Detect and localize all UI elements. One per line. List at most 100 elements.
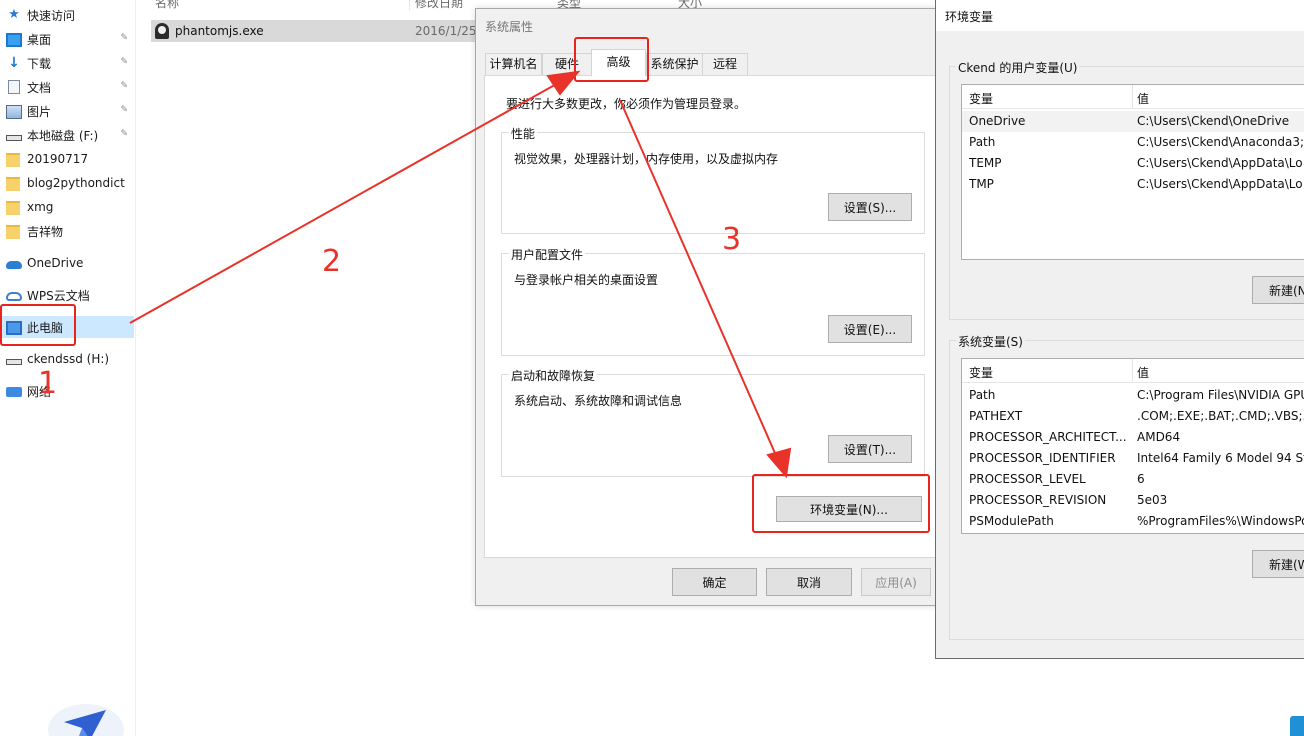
pin-icon[interactable]: ✎	[120, 81, 128, 91]
new-system-variable-button[interactable]: 新建(W	[1252, 550, 1304, 578]
table-row[interactable]: PROCESSOR_ARCHITECT... AMD64	[962, 427, 1304, 448]
user-profiles-group: 用户配置文件 与登录帐户相关的桌面设置 设置(E)...	[501, 246, 925, 356]
startup-recovery-settings-button[interactable]: 设置(T)...	[828, 435, 912, 463]
tray-app-icon[interactable]	[1290, 716, 1304, 736]
performance-group: 性能 视觉效果，处理器计划，内存使用，以及虚拟内存 设置(S)...	[501, 125, 925, 234]
variable-name: PROCESSOR_IDENTIFIER	[969, 451, 1116, 465]
nav-item-label: ckendssd (H:)	[27, 352, 110, 366]
nav-documents[interactable]: 文档 ✎	[0, 76, 134, 98]
table-row[interactable]: Path C:\Users\Ckend\Anaconda3;C	[962, 132, 1304, 153]
pin-icon[interactable]: ✎	[120, 33, 128, 43]
table-row[interactable]: PROCESSOR_LEVEL 6	[962, 469, 1304, 490]
nav-item-label: 下载	[27, 56, 52, 71]
table-row[interactable]: PSModulePath %ProgramFiles%\WindowsPo	[962, 511, 1304, 532]
onedrive-icon	[6, 261, 22, 269]
network-icon	[6, 387, 22, 397]
variable-value: %ProgramFiles%\WindowsPo	[1137, 514, 1304, 528]
cancel-button[interactable]: 取消	[766, 568, 852, 596]
variable-name: PATHEXT	[969, 409, 1023, 423]
column-header-value[interactable]: 值	[1137, 364, 1149, 381]
drive-icon	[6, 359, 22, 365]
nav-downloads[interactable]: ↓ 下载 ✎	[0, 52, 134, 74]
system-variables-list[interactable]: 变量 值 Path C:\Program Files\NVIDIA GPU PA…	[961, 358, 1304, 534]
table-row[interactable]: PROCESSOR_REVISION 5e03	[962, 490, 1304, 511]
variable-value: C:\Users\Ckend\AppData\Lo	[1137, 177, 1303, 191]
variable-value: C:\Program Files\NVIDIA GPU	[1137, 388, 1304, 402]
pin-icon[interactable]: ✎	[120, 129, 128, 139]
column-header-value[interactable]: 值	[1137, 90, 1149, 107]
highlight-box-this-pc	[0, 304, 76, 346]
column-divider[interactable]	[1132, 359, 1133, 383]
step-number-1: 1	[38, 366, 58, 401]
new-user-variable-button[interactable]: 新建(N	[1252, 276, 1304, 304]
column-divider[interactable]	[409, 0, 410, 10]
nav-item-label: WPS云文档	[27, 288, 90, 303]
nav-item-label: 快速访问	[27, 8, 76, 23]
performance-settings-button[interactable]: 设置(S)...	[828, 193, 912, 221]
column-header-variable[interactable]: 变量	[969, 364, 993, 381]
pin-icon[interactable]: ✎	[120, 57, 128, 67]
nav-pictures[interactable]: 图片 ✎	[0, 100, 134, 122]
ok-button[interactable]: 确定	[672, 568, 757, 596]
step-number-2: 2	[322, 244, 342, 279]
variable-value: C:\Users\Ckend\AppData\Lo	[1137, 156, 1303, 170]
folder-icon	[6, 224, 20, 239]
nav-wps-cloud[interactable]: WPS云文档	[0, 284, 134, 306]
tab-label: 远程	[712, 57, 737, 71]
table-row[interactable]: PATHEXT .COM;.EXE;.BAT;.CMD;.VBS;.V	[962, 406, 1304, 427]
nav-desktop[interactable]: 桌面 ✎	[0, 28, 134, 50]
tab-system-protection[interactable]: 系统保护	[646, 53, 703, 75]
nav-network[interactable]: 网络	[0, 380, 134, 402]
list-header: 变量 值	[962, 359, 1304, 383]
column-divider[interactable]	[1132, 85, 1133, 109]
dialog-titlebar[interactable]: 环境变量	[936, 0, 1304, 31]
table-row[interactable]: TMP C:\Users\Ckend\AppData\Lo	[962, 174, 1304, 195]
variable-name: OneDrive	[969, 114, 1026, 128]
table-row[interactable]: PROCESSOR_IDENTIFIER Intel64 Family 6 Mo…	[962, 448, 1304, 469]
highlight-box-env-button	[752, 474, 930, 533]
tab-remote[interactable]: 远程	[702, 53, 748, 75]
tab-computer-name[interactable]: 计算机名	[485, 53, 542, 75]
group-title: Ckend 的用户变量(U)	[956, 59, 1080, 76]
nav-quick-access[interactable]: ★ 快速访问	[0, 4, 134, 26]
nav-item-label: 20190717	[27, 152, 89, 166]
file-date: 2016/1/25	[415, 24, 477, 38]
column-header-name[interactable]: 名称	[155, 0, 179, 10]
apply-button[interactable]: 应用(A)	[861, 568, 931, 596]
variable-value: AMD64	[1137, 430, 1181, 444]
star-icon: ★	[8, 7, 20, 22]
nav-item-label: 文档	[27, 80, 52, 95]
file-name: phantomjs.exe	[175, 24, 264, 38]
group-title: 启动和故障恢复	[509, 367, 598, 384]
pin-icon[interactable]: ✎	[120, 105, 128, 115]
nav-folder-xmg[interactable]: xmg	[0, 196, 134, 218]
column-header-type[interactable]: 类型	[557, 0, 581, 10]
variable-name: TEMP	[969, 156, 1002, 170]
nav-ckendssd-h[interactable]: ckendssd (H:)	[0, 348, 134, 370]
user-variables-list[interactable]: 变量 值 OneDrive C:\Users\Ckend\OneDrive Pa…	[961, 84, 1304, 260]
variable-value: C:\Users\Ckend\OneDrive	[1137, 114, 1290, 128]
nav-folder-20190717[interactable]: 20190717	[0, 148, 134, 170]
list-header: 变量 值	[962, 85, 1304, 109]
nav-local-disk-f[interactable]: 本地磁盘 (F:) ✎	[0, 124, 134, 146]
pictures-icon	[6, 104, 22, 119]
nav-folder-mascot[interactable]: 吉祥物	[0, 220, 134, 242]
folder-icon	[6, 200, 20, 215]
nav-folder-blog2pythondict[interactable]: blog2pythondict	[0, 172, 134, 194]
table-row[interactable]: Path C:\Program Files\NVIDIA GPU	[962, 385, 1304, 406]
folder-icon	[6, 176, 20, 191]
tab-advanced[interactable]: 高级	[591, 49, 646, 76]
column-header-date[interactable]: 修改日期	[415, 0, 463, 10]
variable-name: PSModulePath	[969, 514, 1054, 528]
folder-icon	[6, 152, 20, 167]
document-icon	[8, 80, 20, 94]
nav-item-label: xmg	[27, 200, 54, 214]
nav-onedrive[interactable]: OneDrive	[0, 252, 134, 274]
tab-label: 系统保护	[650, 57, 699, 71]
table-row[interactable]: TEMP C:\Users\Ckend\AppData\Lo	[962, 153, 1304, 174]
table-row[interactable]: OneDrive C:\Users\Ckend\OneDrive	[962, 111, 1304, 132]
column-header-variable[interactable]: 变量	[969, 90, 993, 107]
environment-variables-dialog: 环境变量 Ckend 的用户变量(U) 变量 值 OneDrive C:\Use…	[935, 0, 1304, 659]
user-profiles-settings-button[interactable]: 设置(E)...	[828, 315, 912, 343]
column-header-size[interactable]: 大小	[678, 0, 702, 10]
